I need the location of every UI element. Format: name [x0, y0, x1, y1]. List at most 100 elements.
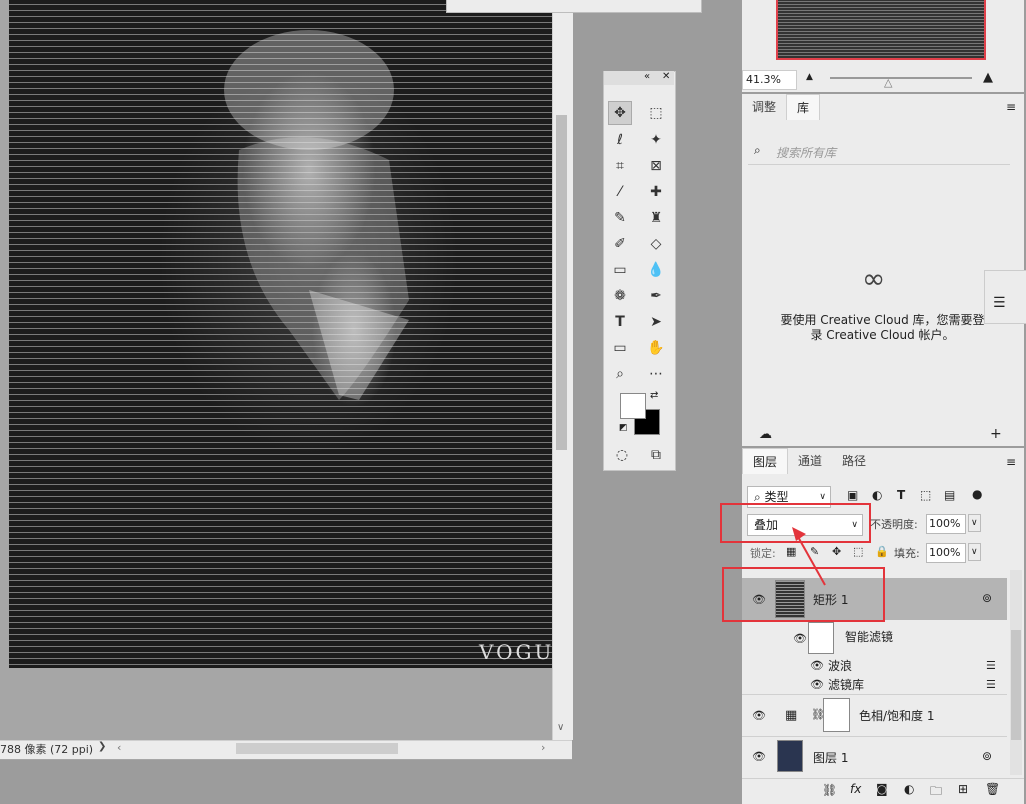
add-library-icon[interactable]: +: [990, 426, 1002, 442]
layer-style-icon[interactable]: fx: [850, 782, 861, 796]
foreground-color-swatch[interactable]: [620, 393, 646, 419]
layer-thumbnail-photo[interactable]: [777, 740, 803, 772]
filter-toggle-icon[interactable]: ●: [972, 487, 982, 501]
smart-filter-label[interactable]: 智能滤镜: [845, 628, 893, 645]
tab-libraries[interactable]: 库: [786, 94, 821, 120]
new-group-icon[interactable]: 🗀: [930, 782, 942, 803]
scroll-left-icon[interactable]: ‹: [117, 741, 121, 754]
dodge-tool-icon[interactable]: ❁: [608, 284, 632, 308]
library-search-input[interactable]: ⌕ 搜索所有库: [748, 140, 1010, 165]
canvas-artwork[interactable]: VOGUE: [9, 0, 552, 668]
layers-tabs: 图层 通道 路径: [742, 448, 876, 474]
type-tool-icon[interactable]: T: [608, 310, 632, 334]
search-placeholder: 搜索所有库: [776, 146, 837, 160]
swap-colors-icon[interactable]: ⇄: [650, 390, 658, 401]
magic-wand-icon[interactable]: ✦: [644, 128, 668, 152]
vertical-scroll-thumb[interactable]: [556, 115, 567, 450]
tab-layers[interactable]: 图层: [742, 448, 789, 474]
eraser-tool-icon[interactable]: ◇: [644, 232, 668, 256]
eye-icon[interactable]: 👁: [752, 750, 766, 763]
library-message-line2: 录 Creative Cloud 帐户。: [810, 328, 955, 342]
zoom-input[interactable]: 41.3%: [742, 70, 797, 90]
brush-tool-icon[interactable]: ✎: [608, 206, 632, 230]
fill-dropdown-icon[interactable]: ∨: [968, 543, 981, 561]
fill-input[interactable]: 100%: [926, 543, 966, 563]
filter-wave-label[interactable]: 波浪: [828, 657, 852, 674]
mask-thumbnail[interactable]: [823, 698, 850, 732]
marquee-tool-icon[interactable]: ⬚: [644, 101, 668, 125]
lock-transparent-icon[interactable]: ▦: [786, 545, 796, 558]
filter-options-icon[interactable]: ☰: [986, 659, 996, 672]
status-menu-arrow[interactable]: ❯: [98, 741, 106, 752]
lasso-tool-icon[interactable]: ℓ: [608, 128, 632, 152]
cloud-sync-icon[interactable]: ☁: [759, 427, 772, 442]
sliders-icon[interactable]: ☰: [993, 295, 1006, 311]
add-mask-icon[interactable]: ◙: [876, 782, 888, 796]
layers-scroll-thumb[interactable]: [1011, 630, 1021, 740]
smart-filter-thumbnail[interactable]: [808, 622, 834, 654]
library-message-line1: 要使用 Creative Cloud 库，您需要登: [780, 313, 985, 327]
quick-mask-icon[interactable]: ◌: [610, 443, 634, 467]
hand-tool-icon[interactable]: ✋: [644, 336, 668, 360]
tab-channels[interactable]: 通道: [788, 448, 832, 474]
eyedropper-icon[interactable]: ⁄: [608, 180, 632, 204]
filter-shape-icon[interactable]: ⬚: [920, 488, 931, 502]
screen-mode-icon[interactable]: ⧉: [644, 443, 668, 467]
filter-type-icon[interactable]: T: [897, 488, 905, 502]
zoom-tool-icon[interactable]: ⌕: [608, 362, 632, 386]
stamp-tool-icon[interactable]: ♜: [644, 206, 668, 230]
scroll-right-icon[interactable]: ›: [541, 741, 545, 754]
layer-name-hue-saturation[interactable]: 色相/饱和度 1: [859, 707, 935, 724]
default-colors-icon[interactable]: ◩: [619, 423, 628, 433]
horizontal-scroll-thumb[interactable]: [236, 743, 398, 754]
eye-icon[interactable]: 👁: [752, 709, 766, 722]
tab-adjustments[interactable]: 调整: [742, 94, 786, 120]
panel-menu-icon[interactable]: ≡: [1006, 100, 1016, 114]
rectangle-tool-icon[interactable]: ▭: [608, 336, 632, 360]
new-adjustment-icon[interactable]: ◐: [904, 782, 914, 796]
lock-paint-icon[interactable]: ✎: [810, 545, 819, 558]
lock-artboard-icon[interactable]: ⬚: [853, 545, 863, 558]
close-icon[interactable]: ✕: [662, 71, 670, 82]
collapse-icon[interactable]: «: [644, 71, 650, 82]
zoom-in-icon[interactable]: ▲: [983, 70, 993, 85]
blur-tool-icon[interactable]: 💧: [644, 258, 668, 282]
eye-icon[interactable]: 👁: [810, 659, 824, 672]
zoom-slider-handle[interactable]: △: [884, 76, 892, 89]
scroll-down-icon[interactable]: ∨: [557, 722, 564, 733]
crop-tool-icon[interactable]: ⌗: [608, 154, 632, 178]
layers-menu-icon[interactable]: ≡: [1006, 455, 1016, 469]
new-layer-icon[interactable]: ⊞: [958, 782, 968, 796]
properties-float-panel[interactable]: ☰: [984, 270, 1026, 324]
opacity-input[interactable]: 100%: [926, 514, 966, 534]
eye-icon[interactable]: 👁: [793, 632, 807, 645]
gradient-tool-icon[interactable]: ▭: [608, 258, 632, 282]
zoom-slider[interactable]: [830, 77, 972, 79]
lock-position-icon[interactable]: ✥: [832, 545, 841, 558]
path-selection-icon[interactable]: ➤: [644, 310, 668, 334]
pen-tool-icon[interactable]: ✒: [644, 284, 668, 308]
eye-icon[interactable]: 👁: [810, 678, 824, 691]
move-tool-icon[interactable]: ✥: [608, 101, 632, 125]
lock-label: 锁定:: [750, 547, 776, 560]
smart-object-badge-icon: ⊚: [982, 749, 993, 763]
frame-tool-icon[interactable]: ⊠: [644, 154, 668, 178]
history-brush-icon[interactable]: ✐: [608, 232, 632, 256]
filter-options-icon[interactable]: ☰: [986, 678, 996, 691]
opacity-dropdown-icon[interactable]: ∨: [968, 514, 981, 532]
filter-pixel-icon[interactable]: ▣: [847, 488, 858, 502]
filter-smart-object-icon[interactable]: ▤: [944, 488, 955, 502]
zoom-out-icon[interactable]: ▲: [806, 72, 813, 82]
more-tools-icon[interactable]: ⋯: [644, 362, 668, 386]
tools-panel-header[interactable]: « ✕: [604, 71, 674, 85]
link-layers-icon[interactable]: ⛓: [822, 783, 837, 797]
filter-gallery-label[interactable]: 滤镜库: [828, 676, 864, 693]
top-panel-edge: [446, 0, 702, 13]
lock-all-icon[interactable]: 🔒: [875, 545, 889, 558]
tab-paths[interactable]: 路径: [832, 448, 876, 474]
healing-brush-icon[interactable]: ✚: [644, 180, 668, 204]
navigator-preview[interactable]: [776, 0, 986, 60]
layer-name-layer1[interactable]: 图层 1: [813, 749, 848, 766]
delete-layer-icon[interactable]: 🗑: [985, 782, 1000, 796]
filter-adjustment-icon[interactable]: ◐: [872, 488, 882, 502]
